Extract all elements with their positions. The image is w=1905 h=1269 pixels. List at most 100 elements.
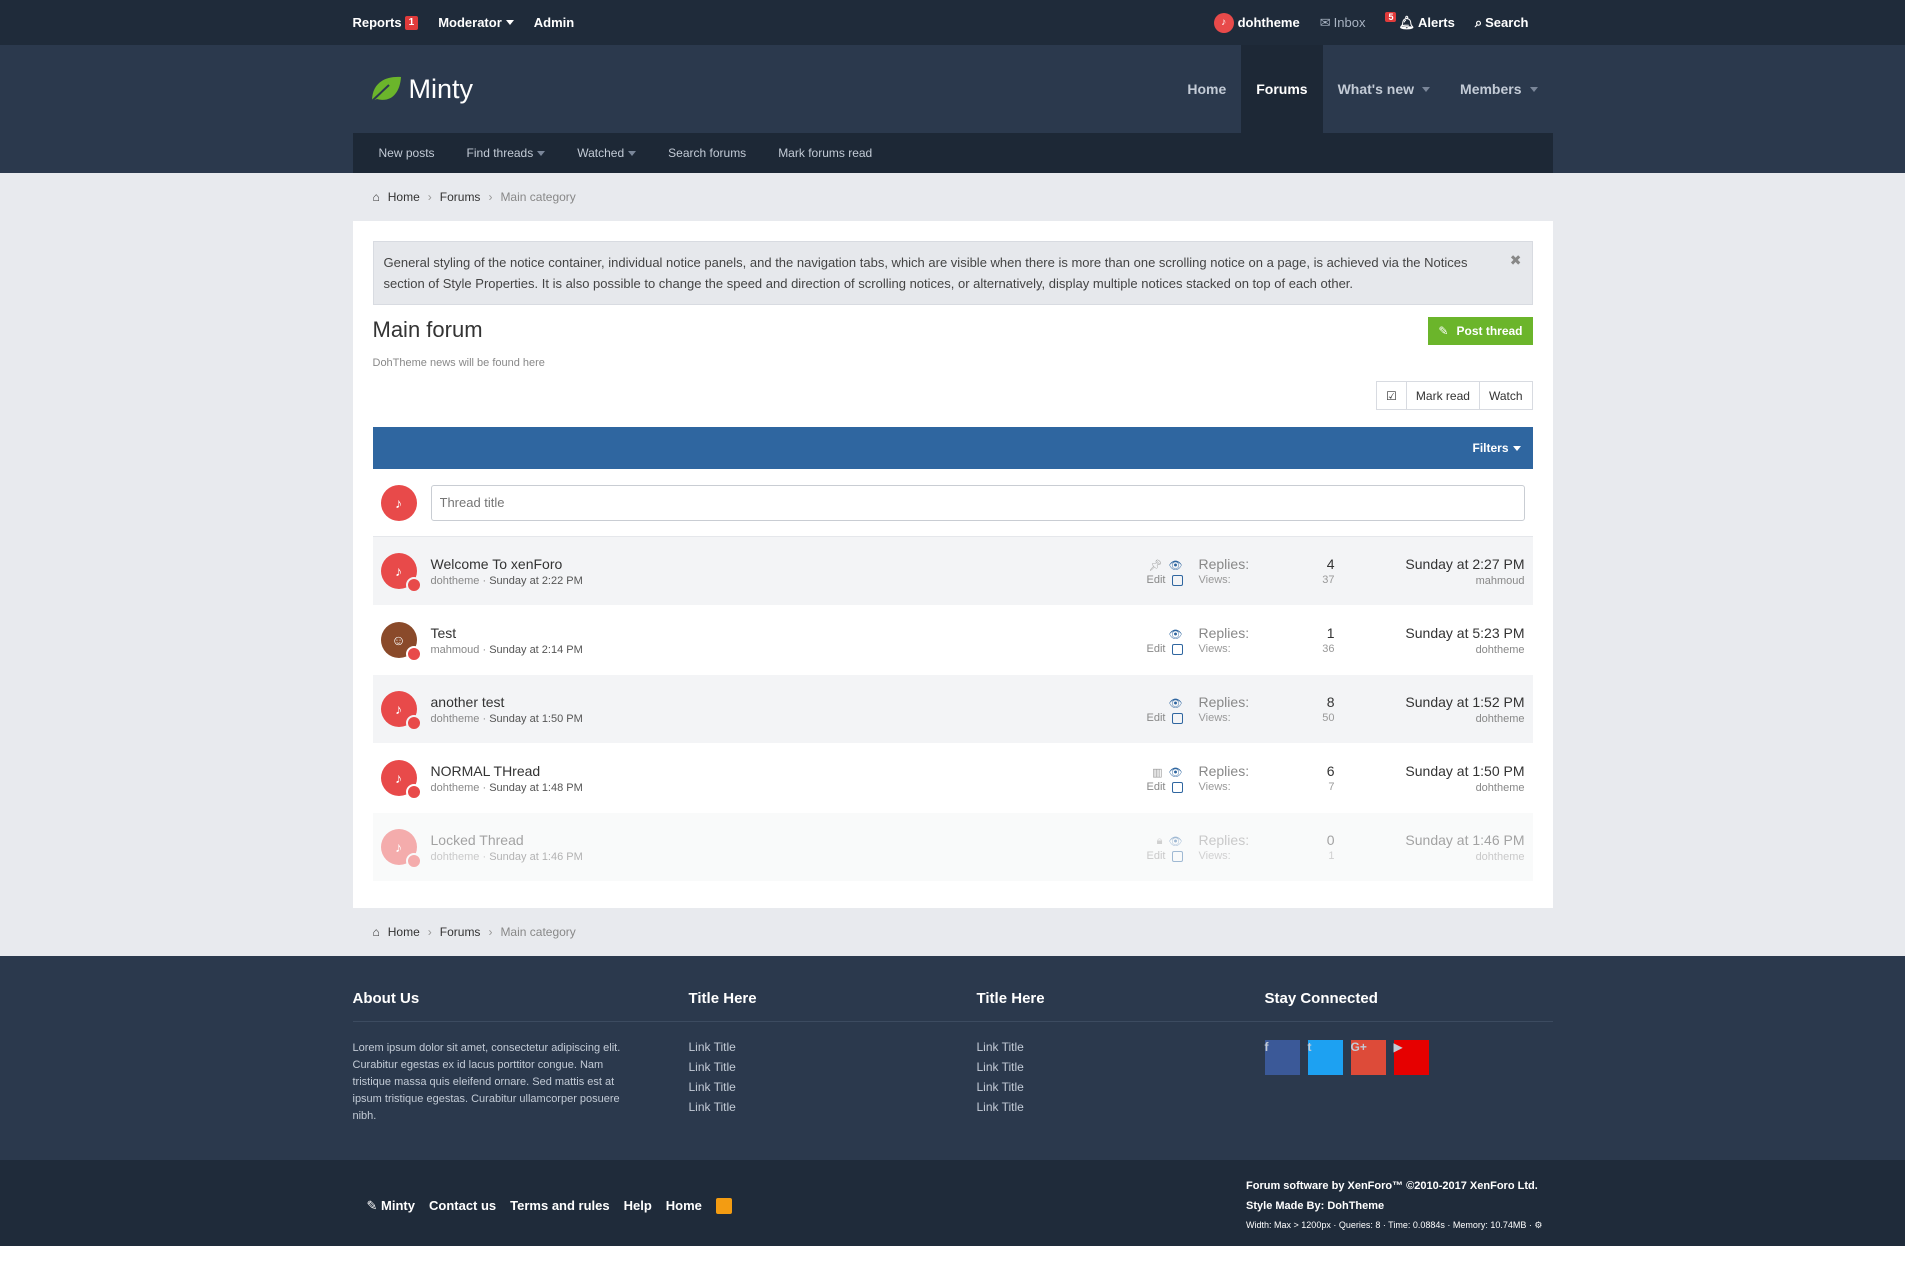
edit-link[interactable]: Edit xyxy=(1147,574,1166,586)
reports-link[interactable]: Reports 1 xyxy=(353,15,419,30)
thread-author[interactable]: mahmoud xyxy=(431,644,480,656)
google-plus-icon[interactable]: G+ xyxy=(1350,1040,1386,1075)
edit-link[interactable]: Edit xyxy=(1147,643,1166,655)
post-thread-button[interactable]: ✎ Post thread xyxy=(1428,317,1533,345)
home-icon[interactable]: ⌂ xyxy=(373,190,380,204)
avatar[interactable]: ♪ xyxy=(380,760,422,800)
style-link[interactable]: ✎ Minty xyxy=(367,1198,415,1214)
alerts-link[interactable]: 5 🔔︎ Alerts xyxy=(1385,11,1455,31)
table-row[interactable]: ☺ Test mahmoud · Sunday at 2:14 PM 👁︎ Ed… xyxy=(372,606,1533,675)
watch-button[interactable]: Watch xyxy=(1478,382,1532,409)
chevron-down-icon xyxy=(1512,445,1521,451)
last-post-date[interactable]: Sunday at 5:23 PM xyxy=(1335,625,1524,641)
last-post-user[interactable]: dohtheme xyxy=(1335,713,1525,725)
footer-link[interactable]: Link Title xyxy=(977,1080,1265,1094)
facebook-icon[interactable]: f xyxy=(1264,1040,1300,1075)
footer-link[interactable]: Link Title xyxy=(977,1060,1265,1074)
thread-title[interactable]: Welcome To xenForo xyxy=(431,556,1123,572)
gear-icon[interactable]: ⚙ xyxy=(1534,1220,1542,1230)
nav-whats-new-label: What's new xyxy=(1337,81,1415,97)
thread-title[interactable]: another test xyxy=(431,694,1123,710)
youtube-icon[interactable]: ▶ xyxy=(1393,1040,1429,1075)
select-checkbox[interactable] xyxy=(1171,643,1183,655)
breadcrumb-forums[interactable]: Forums xyxy=(440,190,481,204)
thread-title-input[interactable] xyxy=(430,484,1525,521)
breadcrumb-home[interactable]: Home xyxy=(388,190,420,204)
thread-author[interactable]: dohtheme xyxy=(431,575,480,587)
footer-link[interactable]: Link Title xyxy=(689,1060,977,1074)
contact-us-link[interactable]: Contact us xyxy=(429,1198,496,1213)
bell-icon: 🔔︎ xyxy=(1398,14,1415,30)
subnav-mark-forums-read[interactable]: Mark forums read xyxy=(762,146,888,160)
edit-link[interactable]: Edit xyxy=(1147,781,1166,793)
nav-forums[interactable]: Forums xyxy=(1241,45,1323,133)
last-post-date[interactable]: Sunday at 1:52 PM xyxy=(1335,694,1524,710)
footer-divider xyxy=(688,1021,977,1022)
home-icon[interactable]: ⌂ xyxy=(373,925,380,939)
reports-badge: 1 xyxy=(404,15,419,30)
last-post-date[interactable]: Sunday at 1:46 PM xyxy=(1335,832,1524,848)
last-post-date[interactable]: Sunday at 2:27 PM xyxy=(1335,556,1524,572)
breadcrumb-main-category[interactable]: Main category xyxy=(500,925,575,939)
account-link[interactable]: ♪ dohtheme xyxy=(1213,12,1300,33)
footer-link[interactable]: Link Title xyxy=(977,1040,1265,1054)
footer-link[interactable]: Link Title xyxy=(977,1100,1265,1114)
thread-title[interactable]: Locked Thread xyxy=(431,832,1123,848)
home-link[interactable]: Home xyxy=(666,1198,702,1213)
site-logo[interactable]: Minty xyxy=(369,73,473,105)
thread-author[interactable]: dohtheme xyxy=(431,851,480,863)
thread-title[interactable]: Test xyxy=(431,625,1123,641)
subnav-watched[interactable]: Watched xyxy=(561,146,652,160)
thread-author[interactable]: dohtheme xyxy=(431,782,480,794)
avatar[interactable]: ♪ xyxy=(380,691,422,731)
copyright-text: Forum software by XenForo™ ©2010-2017 Xe… xyxy=(1246,1180,1538,1192)
moderator-menu[interactable]: Moderator xyxy=(438,15,514,30)
breadcrumb-forums[interactable]: Forums xyxy=(440,925,481,939)
breadcrumb-main-category[interactable]: Main category xyxy=(500,190,575,204)
admin-link[interactable]: Admin xyxy=(534,15,574,30)
breadcrumb-home[interactable]: Home xyxy=(388,925,420,939)
user-avatar: ♪ xyxy=(1213,12,1234,33)
inbox-link[interactable]: ✉ Inbox xyxy=(1320,15,1366,31)
help-link[interactable]: Help xyxy=(624,1198,652,1213)
subnav-new-posts[interactable]: New posts xyxy=(363,146,451,160)
terms-link[interactable]: Terms and rules xyxy=(510,1198,609,1213)
last-post-user[interactable]: mahmoud xyxy=(1335,575,1525,587)
edit-link[interactable]: Edit xyxy=(1147,850,1166,862)
twitter-icon[interactable]: t xyxy=(1307,1040,1343,1075)
select-checkbox[interactable] xyxy=(1171,574,1183,586)
thread-title[interactable]: NORMAL THread xyxy=(431,763,1123,779)
thread-date: Sunday at 2:14 PM xyxy=(489,643,583,656)
table-row[interactable]: ♪ Locked Thread dohtheme · Sunday at 1:4… xyxy=(372,813,1533,882)
filters-button[interactable]: Filters xyxy=(1472,441,1521,455)
last-post-user[interactable]: dohtheme xyxy=(1335,644,1525,656)
table-row[interactable]: ♪ Welcome To xenForo dohtheme · Sunday a… xyxy=(372,537,1533,606)
breadcrumb-separator: › xyxy=(488,190,493,204)
nav-members[interactable]: Members xyxy=(1445,45,1552,133)
subnav-find-threads[interactable]: Find threads xyxy=(451,146,562,160)
table-row[interactable]: ♪ another test dohtheme · Sunday at 1:50… xyxy=(372,675,1533,744)
mark-read-button[interactable]: Mark read xyxy=(1405,382,1479,409)
thread-author[interactable]: dohtheme xyxy=(431,713,480,725)
rss-icon[interactable] xyxy=(715,1197,732,1214)
select-checkbox[interactable] xyxy=(1171,781,1183,793)
footer-link[interactable]: Link Title xyxy=(689,1100,977,1114)
table-row[interactable]: ♪ NORMAL THread dohtheme · Sunday at 1:4… xyxy=(372,744,1533,813)
select-toggle-button[interactable]: ☑ xyxy=(1377,382,1406,409)
avatar[interactable]: ☺ xyxy=(380,622,422,662)
footer-link[interactable]: Link Title xyxy=(689,1080,977,1094)
edit-link[interactable]: Edit xyxy=(1147,712,1166,724)
nav-home[interactable]: Home xyxy=(1172,45,1241,133)
avatar[interactable]: ♪ xyxy=(380,553,422,593)
search-link[interactable]: ⌕ Search xyxy=(1475,15,1529,31)
avatar[interactable]: ♪ xyxy=(380,829,422,869)
nav-whats-new[interactable]: What's new xyxy=(1323,45,1445,133)
close-icon[interactable]: ✖ xyxy=(1510,250,1522,271)
select-checkbox[interactable] xyxy=(1171,712,1183,724)
footer-link[interactable]: Link Title xyxy=(689,1040,977,1054)
last-post-user[interactable]: dohtheme xyxy=(1335,851,1525,863)
last-post-user[interactable]: dohtheme xyxy=(1335,782,1525,794)
select-checkbox[interactable] xyxy=(1171,850,1183,862)
subnav-search-forums[interactable]: Search forums xyxy=(652,146,762,160)
last-post-date[interactable]: Sunday at 1:50 PM xyxy=(1335,763,1524,779)
